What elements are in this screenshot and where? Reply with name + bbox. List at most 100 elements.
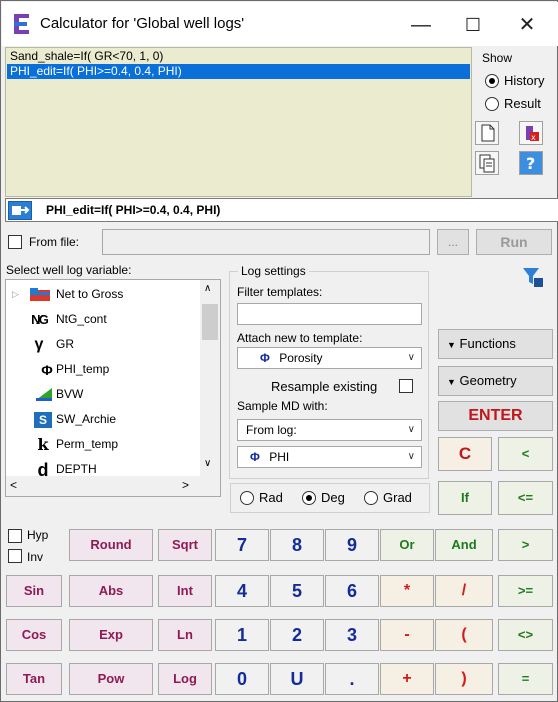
formula-row[interactable]: Sand_shale=If( GR<70, 1, 0) <box>7 49 470 64</box>
phi-icon: Φ <box>41 362 53 378</box>
exp-button[interactable]: Exp <box>69 619 153 651</box>
greater-than-button[interactable]: > <box>498 529 553 561</box>
tree-item-ntg-cont[interactable]: N⁄G NtG_cont <box>6 307 196 332</box>
filter-templates-input[interactable] <box>237 303 422 325</box>
deg-label: Deg <box>321 490 345 505</box>
delete-button[interactable]: x <box>519 121 543 145</box>
not-equal-button[interactable]: <> <box>498 619 553 651</box>
resample-checkbox[interactable] <box>399 379 413 393</box>
maximize-button[interactable]: ☐ <box>455 10 491 40</box>
expression-input[interactable]: PHI_edit=If( PHI>=0.4, 0.4, PHI) <box>5 198 558 222</box>
tree-item-gr[interactable]: γ GR <box>6 332 196 357</box>
new-document-button[interactable] <box>475 121 499 145</box>
log-button[interactable]: Log <box>158 663 212 695</box>
seven-button[interactable]: 7 <box>215 529 269 561</box>
clear-button[interactable]: C <box>438 437 492 471</box>
sample-md-select[interactable]: From log: ∨ <box>237 419 422 441</box>
equals-button[interactable]: = <box>498 663 553 695</box>
open-paren-button[interactable]: ( <box>435 619 493 651</box>
vertical-scrollbar[interactable]: ∧ ∨ <box>200 280 220 476</box>
history-radio[interactable] <box>485 74 499 88</box>
grad-radio[interactable] <box>364 491 378 505</box>
scroll-left-icon[interactable]: < <box>10 478 17 492</box>
four-button[interactable]: 4 <box>215 575 269 607</box>
insert-button[interactable] <box>8 201 32 220</box>
result-radio[interactable] <box>485 97 499 111</box>
six-button[interactable]: 6 <box>325 575 379 607</box>
inv-checkbox[interactable] <box>8 549 22 563</box>
divide-button[interactable]: / <box>435 575 493 607</box>
int-button[interactable]: Int <box>158 575 212 607</box>
tree-item-bvw[interactable]: BVW <box>6 382 196 407</box>
tree-item-label: BVW <box>56 387 84 401</box>
eight-button[interactable]: 8 <box>270 529 324 561</box>
scroll-up-icon[interactable]: ∧ <box>204 283 211 294</box>
sqrt-button[interactable]: Sqrt <box>158 529 212 561</box>
decimal-button[interactable]: . <box>325 663 379 695</box>
functions-button[interactable]: ▼ Functions <box>438 329 553 359</box>
browse-button[interactable]: ... <box>437 229 469 255</box>
tan-button[interactable]: Tan <box>6 663 62 695</box>
scroll-thumb[interactable] <box>202 304 218 340</box>
one-button[interactable]: 1 <box>215 619 269 651</box>
close-button[interactable]: ✕ <box>509 10 545 40</box>
ln-button[interactable]: Ln <box>158 619 212 651</box>
attach-template-select[interactable]: Φ Porosity ∨ <box>237 347 422 369</box>
delete-icon: x <box>526 126 539 142</box>
from-file-checkbox[interactable] <box>8 235 22 249</box>
pow-button[interactable]: Pow <box>69 663 153 695</box>
three-button[interactable]: 3 <box>325 619 379 651</box>
and-button[interactable]: And <box>435 529 493 561</box>
perm-icon: k <box>37 435 49 454</box>
title-bar: Calculator for 'Global well logs' — ☐ ✕ <box>2 2 558 46</box>
run-button[interactable]: Run <box>476 229 552 255</box>
greater-equal-button[interactable]: >= <box>498 575 553 607</box>
tree-item-phi-temp[interactable]: Φ PHI_temp <box>6 357 196 382</box>
filter-icon[interactable] <box>521 265 545 289</box>
variable-tree[interactable]: ▷ Net to Gross N⁄G NtG_cont γ GR Φ PHI_t… <box>5 279 221 497</box>
functions-label: Functions <box>459 336 516 351</box>
round-button[interactable]: Round <box>69 529 153 561</box>
less-equal-button[interactable]: <= <box>498 481 553 515</box>
rad-label: Rad <box>259 490 283 505</box>
nine-button[interactable]: 9 <box>325 529 379 561</box>
help-button[interactable]: ? <box>519 151 543 175</box>
minus-button[interactable]: - <box>380 619 434 651</box>
tree-item-net-to-gross[interactable]: ▷ Net to Gross <box>6 282 196 307</box>
log-select[interactable]: Φ PHI ∨ <box>237 446 422 468</box>
geometry-button[interactable]: ▼ Geometry <box>438 366 553 396</box>
log-select-value: PHI <box>269 450 290 464</box>
calculator-window: Calculator for 'Global well logs' — ☐ ✕ … <box>0 0 558 702</box>
if-button[interactable]: If <box>438 481 492 515</box>
tree-item-sw-archie[interactable]: S SW_Archie <box>6 407 196 432</box>
minimize-button[interactable]: — <box>403 10 439 40</box>
multiply-button[interactable]: * <box>380 575 434 607</box>
horizontal-scrollbar[interactable]: < > <box>6 476 220 496</box>
formula-row-selected[interactable]: PHI_edit=If( PHI>=0.4, 0.4, PHI) <box>7 64 470 79</box>
zero-button[interactable]: 0 <box>215 663 269 695</box>
close-paren-button[interactable]: ) <box>435 663 493 695</box>
tree-item-perm-temp[interactable]: k Perm_temp <box>6 432 196 457</box>
two-button[interactable]: 2 <box>270 619 324 651</box>
from-file-path[interactable] <box>102 229 430 255</box>
five-button[interactable]: 5 <box>270 575 324 607</box>
insert-icon <box>12 206 30 215</box>
sin-button[interactable]: Sin <box>6 575 62 607</box>
plus-button[interactable]: + <box>380 663 434 695</box>
scroll-right-icon[interactable]: > <box>182 478 189 492</box>
enter-button[interactable]: ENTER <box>438 401 553 431</box>
variable-label: Select well log variable: <box>6 263 132 277</box>
undefined-button[interactable]: U <box>270 663 324 695</box>
formula-history-list[interactable]: Sand_shale=If( GR<70, 1, 0) PHI_edit=If(… <box>5 47 472 197</box>
copy-button[interactable] <box>475 151 499 175</box>
hyp-checkbox[interactable] <box>8 529 22 543</box>
rad-radio[interactable] <box>240 491 254 505</box>
abs-button[interactable]: Abs <box>69 575 153 607</box>
expand-arrow-icon[interactable]: ▷ <box>12 282 19 307</box>
gamma-icon: γ <box>34 336 44 353</box>
cos-button[interactable]: Cos <box>6 619 62 651</box>
deg-radio[interactable] <box>302 491 316 505</box>
less-than-button[interactable]: < <box>498 437 553 471</box>
or-button[interactable]: Or <box>380 529 434 561</box>
scroll-down-icon[interactable]: ∨ <box>204 458 211 469</box>
